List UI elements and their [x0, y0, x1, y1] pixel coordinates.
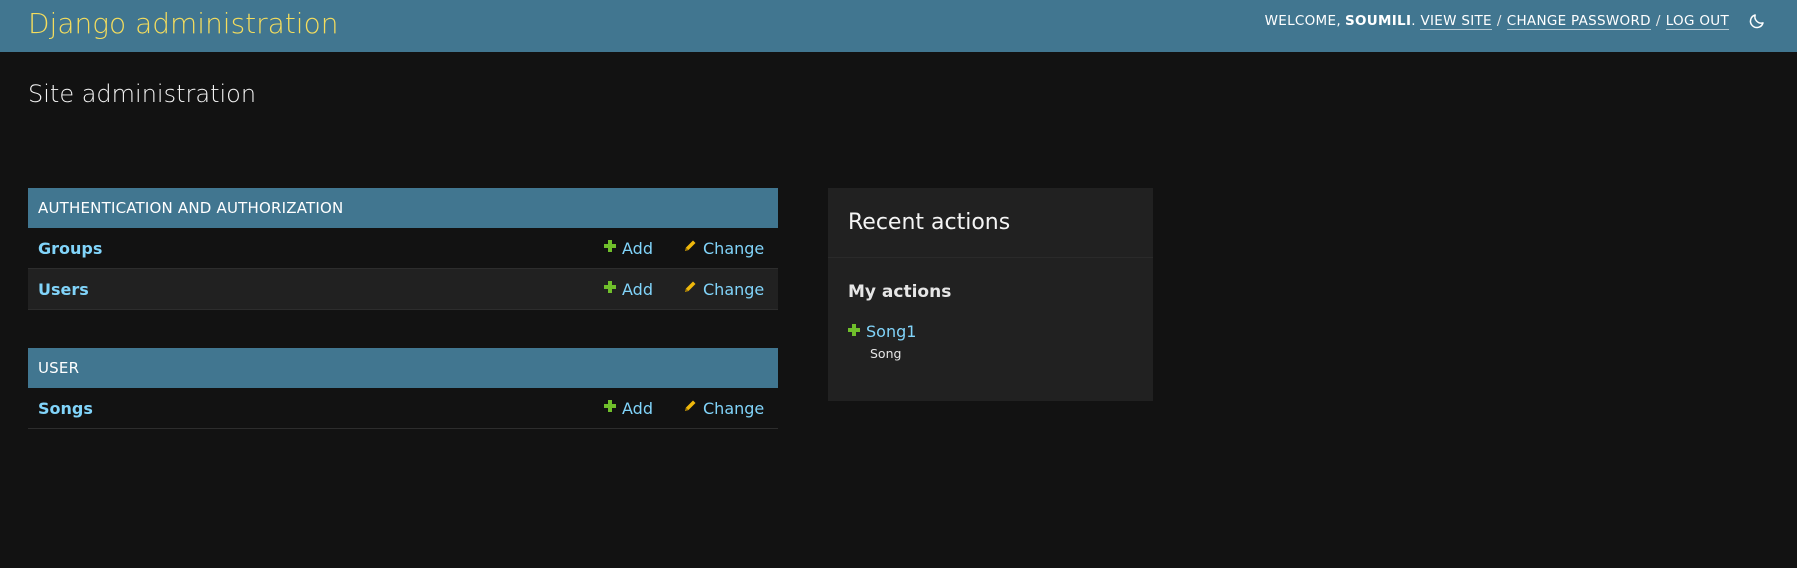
model-row-users: Users Add Change	[28, 269, 778, 310]
recent-action-item: Song1 Song	[828, 302, 1153, 361]
model-link-users[interactable]: Users	[28, 280, 778, 299]
user-tools: WELCOME, SOUMILI. VIEW SITE / CHANGE PAS…	[1265, 9, 1769, 33]
add-users-link[interactable]: Add	[604, 280, 653, 299]
plus-icon	[604, 400, 616, 412]
separator: /	[1655, 13, 1661, 29]
change-password-link[interactable]: CHANGE PASSWORD	[1506, 13, 1651, 30]
change-label: Change	[703, 238, 765, 258]
add-label: Add	[622, 238, 653, 258]
change-groups-link[interactable]: Change	[683, 239, 764, 258]
recent-action-link[interactable]: Song1	[848, 322, 916, 341]
add-groups-link[interactable]: Add	[604, 239, 653, 258]
model-link-songs[interactable]: Songs	[28, 399, 778, 418]
add-label: Add	[622, 398, 653, 418]
pencil-icon	[685, 400, 696, 411]
recent-action-label: Song1	[866, 322, 917, 341]
plus-icon	[604, 240, 616, 252]
change-songs-link[interactable]: Change	[683, 399, 764, 418]
view-site-link[interactable]: VIEW SITE	[1420, 13, 1492, 30]
recent-action-type: Song	[870, 345, 902, 361]
header: Django administration WELCOME, SOUMILI. …	[0, 0, 1797, 52]
site-name[interactable]: Django administration	[28, 7, 338, 40]
separator: /	[1496, 13, 1502, 29]
change-users-link[interactable]: Change	[683, 280, 764, 299]
pencil-icon	[685, 240, 696, 251]
change-label: Change	[703, 398, 765, 418]
plus-icon	[848, 323, 860, 336]
recent-actions-panel: Recent actions My actions Song1 Song	[828, 188, 1153, 401]
pencil-icon	[685, 281, 696, 292]
add-songs-link[interactable]: Add	[604, 399, 653, 418]
change-label: Change	[703, 279, 765, 299]
recent-actions-title: Recent actions	[828, 188, 1153, 258]
model-link-groups[interactable]: Groups	[28, 239, 778, 258]
module-caption[interactable]: AUTHENTICATION AND AUTHORIZATION	[28, 188, 778, 228]
model-row-songs: Songs Add Change	[28, 388, 778, 429]
log-out-link[interactable]: LOG OUT	[1665, 13, 1729, 30]
add-label: Add	[622, 279, 653, 299]
plus-icon	[604, 281, 616, 293]
moon-icon[interactable]	[1745, 9, 1769, 33]
app-module-auth: AUTHENTICATION AND AUTHORIZATION Groups …	[28, 188, 778, 310]
app-module-user: USER Songs Add Change	[28, 348, 778, 429]
page-title: Site administration	[28, 80, 257, 108]
model-row-groups: Groups Add Change	[28, 228, 778, 269]
my-actions-title: My actions	[848, 282, 952, 302]
welcome-text: WELCOME,	[1264, 13, 1341, 29]
username: SOUMILI	[1344, 13, 1412, 29]
module-caption[interactable]: USER	[28, 348, 778, 388]
